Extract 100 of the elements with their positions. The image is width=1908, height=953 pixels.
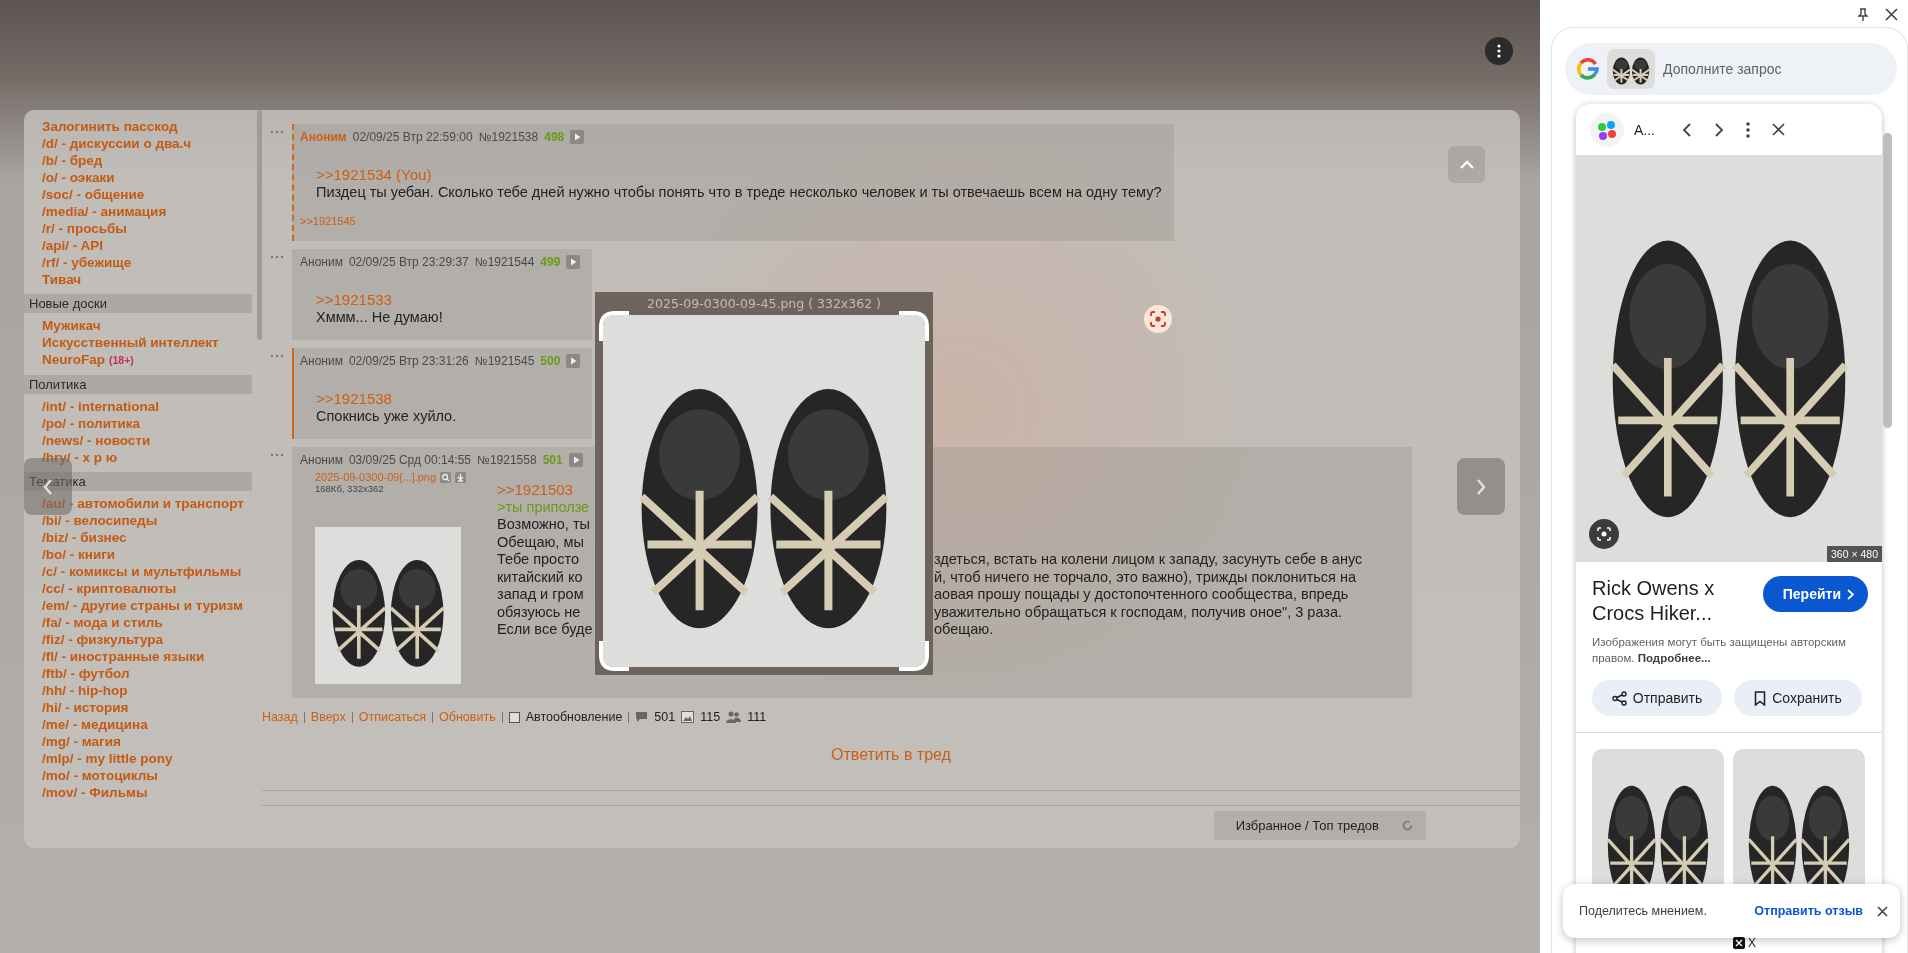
board-link[interactable]: /bo/ - книги [24, 546, 252, 563]
post-count: 501 [542, 453, 563, 467]
result-title: Rick Owens x Crocs Hiker... [1592, 576, 1716, 626]
board-link[interactable]: /mo/ - мотоциклы [24, 767, 252, 784]
board-link[interactable]: /me/ - медицина [24, 716, 252, 733]
source-label: X [1748, 936, 1756, 950]
play-button[interactable] [570, 130, 585, 144]
reply-link[interactable]: >>1921503 [497, 481, 573, 499]
close-icon[interactable] [1885, 8, 1898, 21]
board-link[interactable]: /biz/ - бизнес [24, 529, 252, 546]
board-link[interactable]: /ftb/ - футбол [24, 665, 252, 682]
scrollbar[interactable] [257, 110, 262, 340]
board-link[interactable]: /cc/ - криптовалюты [24, 580, 252, 597]
checkbox[interactable] [508, 711, 520, 723]
close-icon[interactable] [1772, 123, 1785, 136]
post-menu-icon[interactable] [270, 453, 284, 457]
bookmark-icon [1754, 690, 1767, 706]
post-text: обещаю. [934, 621, 994, 639]
tab-label: Избранное / Топ тредов [1235, 818, 1379, 833]
author-name: Аноним [300, 453, 343, 467]
backlink[interactable]: >>1921545 [300, 215, 356, 227]
board-link[interactable]: Залогинить пасскод [24, 118, 252, 135]
visit-button[interactable]: Перейти [1762, 576, 1868, 612]
next-button[interactable] [1457, 458, 1505, 515]
play-button[interactable] [566, 354, 581, 368]
refresh-icon[interactable] [1401, 819, 1414, 832]
post-number[interactable]: №1921544 [474, 255, 535, 269]
post-menu-icon[interactable] [270, 255, 284, 259]
image-title: 2025-09-0300-09-45.png ( 332x362 ) [646, 295, 882, 313]
board-link[interactable]: /au/ - автомобили и транспорт [24, 495, 252, 512]
more-button[interactable] [1485, 37, 1513, 65]
board-link[interactable]: Тивач [24, 271, 252, 288]
board-link[interactable]: /d/ - дискуссии о два.ч [24, 135, 252, 152]
post-text: Пиздец ты уебан. Сколько тебе дней нужно чтобы понять что в треде несколько человек и ты отвечаешь всем на одну тему? [316, 183, 1162, 201]
post-number[interactable]: №1921538 [478, 130, 539, 144]
pin-icon[interactable] [1857, 8, 1869, 22]
board-link[interactable]: /o/ - оэкаки [24, 169, 252, 186]
post-text: аовая прошу пощады у достопочтенного сообщества, впредь [934, 586, 1349, 604]
download-icon[interactable] [455, 471, 467, 483]
next-icon[interactable] [1714, 122, 1724, 137]
feedback-link[interactable]: Отправить отзыв [1754, 904, 1863, 918]
board-link[interactable]: /hi/ - история [24, 699, 252, 716]
toast-text: Поделитесь мнением. [1579, 904, 1707, 918]
board-link[interactable]: Искусственный интеллект [24, 334, 252, 351]
board-link[interactable]: /hry/ - х р ю [24, 449, 252, 466]
nav-link[interactable]: Вверх [310, 710, 346, 724]
post-menu-icon[interactable] [270, 354, 284, 358]
more-icon[interactable] [1746, 121, 1750, 138]
post-text: Если все буде [497, 621, 593, 639]
bottom-tab[interactable]: Избранное / Топ тредов [1213, 811, 1426, 840]
image-icon [681, 711, 695, 723]
nav-link[interactable]: Назад [262, 710, 298, 724]
share-button[interactable]: Отправить [1592, 680, 1722, 716]
board-link[interactable]: /hh/ - hip-hop [24, 682, 252, 699]
board-link[interactable]: /b/ - бред [24, 152, 252, 169]
board-link[interactable]: /c/ - комиксы и мультфильмы [24, 563, 252, 580]
board-link[interactable]: /soc/ - общение [24, 186, 252, 203]
reply-link[interactable]: Ответить в тред [262, 746, 1520, 764]
play-button[interactable] [568, 453, 583, 467]
source-name[interactable]: А... [1634, 121, 1682, 138]
scrollbar[interactable] [1883, 133, 1892, 428]
post-number[interactable]: №1921545 [474, 354, 535, 368]
reply-link[interactable]: >>1921534 (You) [316, 166, 432, 184]
board-link[interactable]: /mov/ - Фильмы [24, 784, 252, 801]
board-link[interactable]: /bi/ - велосипеды [24, 512, 252, 529]
reply-link[interactable]: >>1921533 [316, 291, 392, 309]
board-link[interactable]: Мужикач [24, 317, 252, 334]
board-link[interactable]: /fl/ - иностранные языки [24, 648, 252, 665]
board-link[interactable]: /em/ - другие страны и туризм [24, 597, 252, 614]
board-link[interactable]: /fiz/ - физкультура [24, 631, 252, 648]
post-number[interactable]: №1921558 [477, 453, 537, 467]
nav-link[interactable]: Обновить [439, 710, 496, 724]
board-link[interactable]: /news/ - новости [24, 432, 252, 449]
board-link[interactable]: /api/ - API [24, 237, 252, 254]
poster-total: 111 [747, 710, 767, 724]
post-menu-icon[interactable] [270, 130, 284, 134]
play-button[interactable] [566, 255, 581, 269]
reply-link[interactable]: >>1921538 [316, 390, 392, 408]
author-name: Аноним [300, 255, 343, 269]
board-link[interactable]: /po/ - политика [24, 415, 252, 432]
board-link[interactable]: /fa/ - мода и стиль [24, 614, 252, 631]
previous-icon[interactable] [1682, 122, 1692, 137]
close-icon[interactable] [1877, 905, 1888, 917]
board-link[interactable]: /int/ - international [24, 398, 252, 415]
lens-button[interactable] [1589, 519, 1619, 549]
board-link[interactable]: /rf/ - убежище [24, 254, 252, 271]
nav-link[interactable]: Отписаться [358, 710, 427, 724]
board-link[interactable]: /r/ - просьбы [24, 220, 252, 237]
search-field[interactable]: Дополните запрос [1663, 61, 1813, 77]
board-link[interactable]: /media/ - анимация [24, 203, 252, 220]
save-button[interactable]: Сохранить [1734, 680, 1862, 716]
scroll-up-button[interactable] [1448, 146, 1485, 183]
post-count: 498 [544, 130, 565, 144]
search-icon[interactable] [440, 471, 452, 483]
board-link[interactable]: /mlp/ - my little pony [24, 750, 252, 767]
board-link[interactable]: /mg/ - магия [24, 733, 252, 750]
photo-placeholder [1607, 49, 1655, 89]
post-text: здеться, встать на колени лицом к западу, засунуть себе в анус [934, 551, 1363, 569]
board-link[interactable]: NeuroFap [42, 352, 105, 367]
file-link[interactable]: 2025-09-0300-09[...].png [315, 471, 437, 483]
